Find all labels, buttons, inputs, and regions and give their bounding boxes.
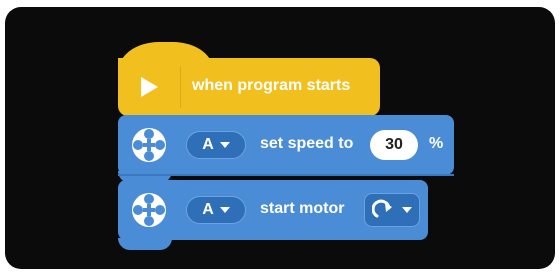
port-label: A xyxy=(202,136,214,153)
motor-icon xyxy=(132,193,166,227)
port-dropdown[interactable]: A xyxy=(186,196,246,224)
block-seam xyxy=(118,174,454,176)
port-dropdown[interactable]: A xyxy=(186,131,246,159)
clockwise-arrow-icon xyxy=(372,199,392,218)
hat-block-label: when program starts xyxy=(192,77,351,94)
direction-dropdown[interactable] xyxy=(364,193,420,227)
set-speed-label: set speed to xyxy=(260,135,354,152)
set-speed-block[interactable]: A set speed to 30 % xyxy=(118,115,454,183)
chevron-down-icon xyxy=(219,207,230,213)
start-motor-label: start motor xyxy=(260,200,345,217)
when-program-starts-block[interactable]: when program starts xyxy=(118,58,380,116)
speed-value-input[interactable]: 30 xyxy=(370,130,418,160)
block-divider xyxy=(180,66,181,108)
play-icon[interactable] xyxy=(118,58,180,116)
percent-unit: % xyxy=(429,135,444,152)
start-motor-block[interactable]: A start motor xyxy=(118,180,428,250)
port-label: A xyxy=(202,201,214,218)
chevron-down-icon xyxy=(219,142,230,148)
motor-icon xyxy=(132,128,166,162)
block-notch xyxy=(118,238,172,250)
chevron-down-icon xyxy=(402,207,412,213)
